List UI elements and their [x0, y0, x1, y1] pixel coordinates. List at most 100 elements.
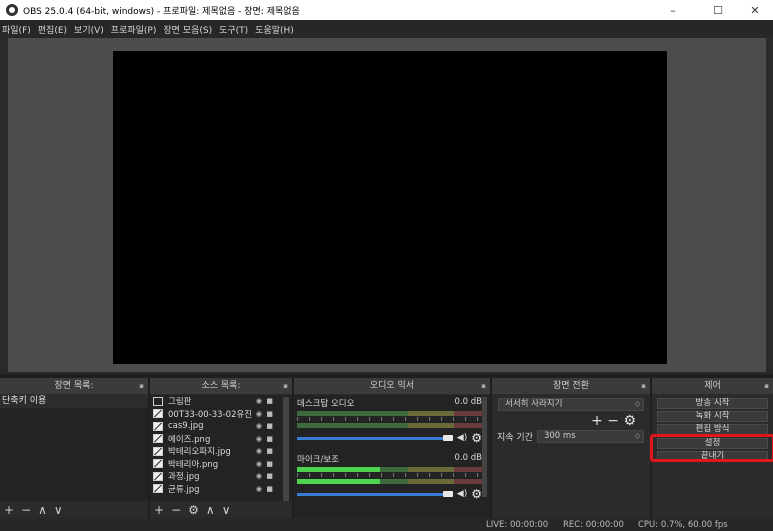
- menu-scene-collection[interactable]: 장면 모음(S): [163, 23, 212, 36]
- image-icon: [153, 446, 163, 456]
- volume-meter: [297, 423, 482, 428]
- window-icon: [153, 396, 163, 406]
- sources-scrollbar[interactable]: [283, 397, 289, 502]
- transition-properties-gear-icon[interactable]: ⚙: [623, 413, 636, 429]
- source-item[interactable]: 박테리아.png ◉ ■: [150, 458, 292, 471]
- move-source-down-button[interactable]: ∨: [222, 503, 231, 517]
- maximize-button[interactable]: ☐: [698, 0, 738, 20]
- minimize-button[interactable]: –: [653, 0, 693, 20]
- menu-help[interactable]: 도움말(H): [255, 23, 294, 36]
- mixer-body: 데스크탑 오디오 0.0 dB ◀) ⚙ 마이크/보조 0.0 dB ◀) ⚙: [294, 395, 490, 518]
- visibility-eye-icon[interactable]: ◉: [256, 472, 262, 480]
- volume-meter: [297, 479, 482, 484]
- source-item[interactable]: 과정.jpg ◉ ■: [150, 470, 292, 483]
- dock-float-icon[interactable]: ▪: [139, 378, 144, 394]
- dock-float-icon[interactable]: ▪: [764, 378, 769, 394]
- audio-mixer-dock: 오디오 믹서 ▪ 데스크탑 오디오 0.0 dB ◀) ⚙ 마이크/보조 0.0 dB…: [294, 378, 490, 518]
- visibility-eye-icon[interactable]: ◉: [256, 422, 262, 430]
- sources-dock-title: 소스 목록:: [201, 381, 241, 391]
- menu-edit[interactable]: 편집(E): [38, 23, 67, 36]
- scenes-list[interactable]: 단축키 이용: [0, 395, 148, 501]
- controls-dock: 제어 ▪ 방송 시작 녹화 시작 편집 방식 설정 끝내기: [650, 378, 773, 518]
- window-title: OBS 25.0.4 (64-bit, windows) - 프로파일: 제목없…: [23, 6, 300, 17]
- lock-icon[interactable]: ■: [266, 397, 273, 405]
- source-item[interactable]: 박테리오파지.jpg ◉ ■: [150, 445, 292, 458]
- remove-scene-button[interactable]: −: [21, 503, 31, 517]
- duration-spinbox[interactable]: 300 ms ◇: [536, 430, 644, 443]
- visibility-eye-icon[interactable]: ◉: [256, 435, 262, 443]
- add-transition-button[interactable]: +: [591, 413, 603, 429]
- visibility-eye-icon[interactable]: ◉: [256, 485, 262, 493]
- image-icon: [153, 484, 163, 494]
- move-scene-up-button[interactable]: ∧: [38, 503, 47, 517]
- source-item[interactable]: cas9.jpg ◉ ■: [150, 420, 292, 433]
- source-properties-button[interactable]: ⚙: [188, 503, 199, 517]
- transitions-dock-title: 장면 전환: [553, 381, 589, 391]
- move-scene-down-button[interactable]: ∨: [54, 503, 63, 517]
- source-item[interactable]: 균류.jpg ◉ ■: [150, 483, 292, 496]
- transition-select[interactable]: 서서히 사라지기 ◇: [498, 398, 644, 411]
- image-icon: [153, 471, 163, 481]
- volume-meter: [297, 467, 482, 472]
- volume-meter: [297, 411, 482, 416]
- remove-transition-button[interactable]: −: [607, 413, 619, 429]
- mixer-channel-mic: 마이크/보조 0.0 dB ◀) ⚙: [294, 451, 490, 501]
- settings-highlight-annotation: [650, 434, 773, 462]
- meter-ticks: [297, 473, 482, 477]
- visibility-eye-icon[interactable]: ◉: [256, 447, 262, 455]
- dock-float-icon[interactable]: ▪: [283, 378, 288, 394]
- menu-tools[interactable]: 도구(T): [219, 23, 248, 36]
- menu-view[interactable]: 보기(V): [74, 23, 104, 36]
- source-item[interactable]: 그림판 ◉ ■: [150, 395, 292, 408]
- lock-icon[interactable]: ■: [266, 422, 273, 430]
- mixer-scrollbar[interactable]: [482, 397, 487, 497]
- cpu-fps-readout: CPU: 0.7%, 60.00 fps: [638, 520, 728, 530]
- lock-icon[interactable]: ■: [266, 460, 273, 468]
- updown-arrow-icon: ◇: [634, 432, 640, 440]
- sources-toolbar: + − ⚙ ∧ ∨: [150, 501, 292, 518]
- dock-float-icon[interactable]: ▪: [641, 378, 646, 394]
- channel-db: 0.0 dB: [454, 453, 482, 463]
- move-source-up-button[interactable]: ∧: [206, 503, 215, 517]
- speaker-icon[interactable]: ◀): [457, 489, 467, 499]
- preview-canvas[interactable]: [113, 51, 667, 364]
- menu-file[interactable]: 파일(F): [2, 23, 31, 36]
- source-item[interactable]: 에이즈.png ◉ ■: [150, 433, 292, 446]
- mixer-dock-header: 오디오 믹서 ▪: [294, 378, 490, 394]
- visibility-eye-icon[interactable]: ◉: [256, 460, 262, 468]
- volume-slider-handle[interactable]: [442, 435, 453, 441]
- sources-dock-header: 소스 목록: ▪: [150, 378, 292, 394]
- visibility-eye-icon[interactable]: ◉: [256, 410, 262, 418]
- remove-source-button[interactable]: −: [171, 503, 181, 517]
- image-icon: [153, 421, 163, 431]
- dock-float-icon[interactable]: ▪: [481, 378, 486, 394]
- transitions-dock: 장면 전환 ▪ 서서히 사라지기 ◇ + − ⚙ 지속 기간 300 ms ◇: [492, 378, 650, 518]
- menu-bar: 파일(F) 편집(E) 보기(V) 프로파일(P) 장면 모음(S) 도구(T)…: [0, 20, 773, 38]
- menu-profile[interactable]: 프로파일(P): [111, 23, 157, 36]
- visibility-eye-icon[interactable]: ◉: [256, 397, 262, 405]
- source-item[interactable]: 00T33-00-33-02유진 ◉ ■: [150, 408, 292, 421]
- lock-icon[interactable]: ■: [266, 435, 273, 443]
- lock-icon[interactable]: ■: [266, 472, 273, 480]
- lock-icon[interactable]: ■: [266, 447, 273, 455]
- transitions-dock-header: 장면 전환 ▪: [492, 378, 650, 394]
- volume-slider[interactable]: [297, 436, 443, 440]
- start-streaming-button[interactable]: 방송 시작: [657, 398, 768, 409]
- add-source-button[interactable]: +: [154, 503, 164, 517]
- gear-icon[interactable]: ⚙: [471, 487, 482, 501]
- add-scene-button[interactable]: +: [4, 503, 14, 517]
- channel-name: 마이크/보조: [297, 455, 339, 465]
- volume-slider-handle[interactable]: [442, 491, 453, 497]
- image-icon: [153, 459, 163, 469]
- volume-slider[interactable]: [297, 492, 443, 496]
- sources-list[interactable]: 그림판 ◉ ■ 00T33-00-33-02유진 ◉ ■ cas9.jpg ◉ ■ 에이즈.…: [150, 395, 292, 502]
- lock-icon[interactable]: ■: [266, 485, 273, 493]
- gear-icon[interactable]: ⚙: [471, 431, 482, 445]
- lock-icon[interactable]: ■: [266, 410, 273, 418]
- start-recording-button[interactable]: 녹화 시작: [657, 411, 768, 422]
- mixer-dock-title: 오디오 믹서: [369, 381, 415, 391]
- close-button[interactable]: ✕: [735, 0, 773, 20]
- scene-item[interactable]: 단축키 이용: [0, 395, 148, 408]
- speaker-icon[interactable]: ◀): [457, 433, 467, 443]
- channel-name: 데스크탑 오디오: [297, 399, 355, 409]
